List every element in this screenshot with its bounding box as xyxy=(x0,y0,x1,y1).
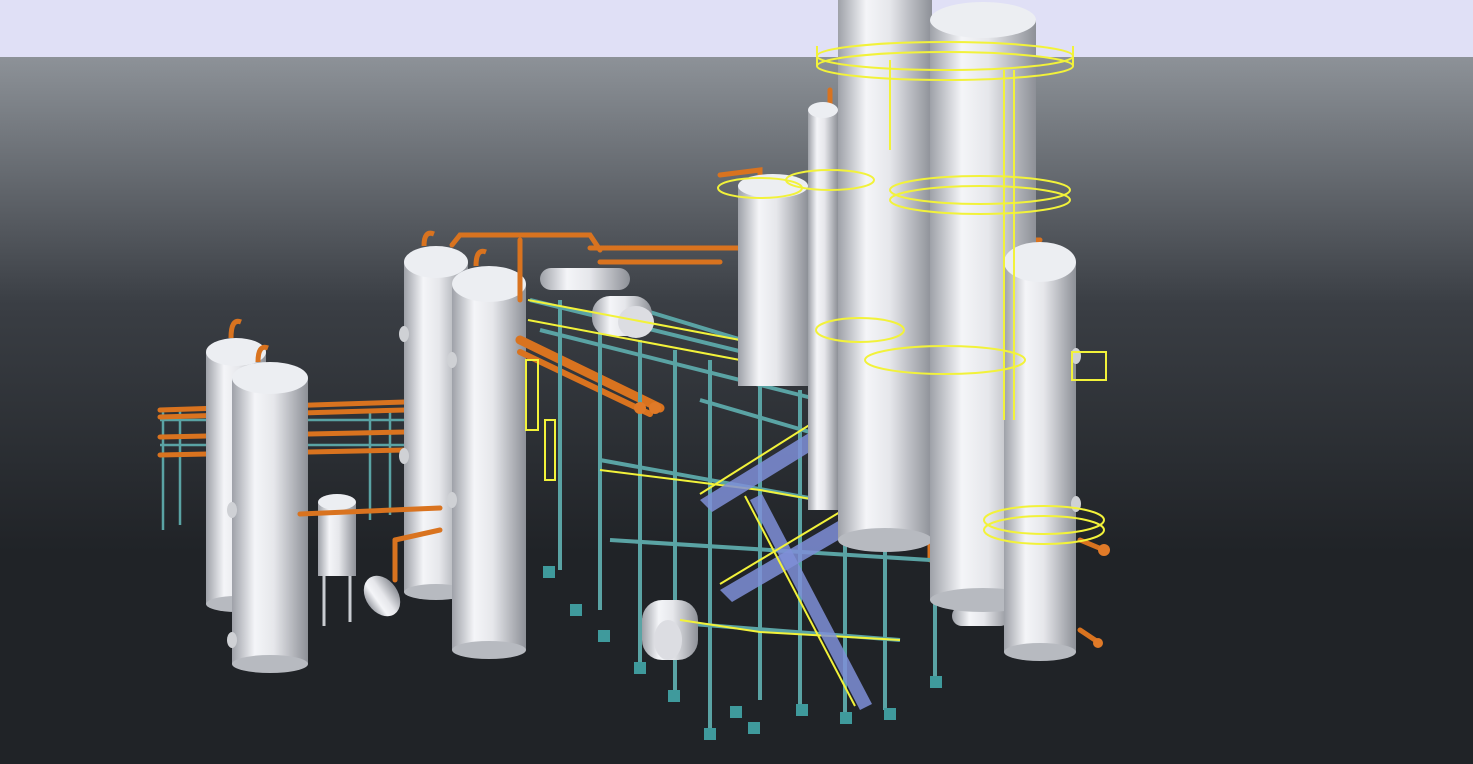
tower-right[interactable] xyxy=(1004,242,1081,661)
plant-model-scene[interactable] xyxy=(0,0,1473,764)
tall-tower-1[interactable] xyxy=(838,0,932,552)
column-mid-2[interactable] xyxy=(447,248,526,659)
3d-viewport[interactable] xyxy=(0,0,1473,764)
column-left-2[interactable] xyxy=(227,344,308,673)
